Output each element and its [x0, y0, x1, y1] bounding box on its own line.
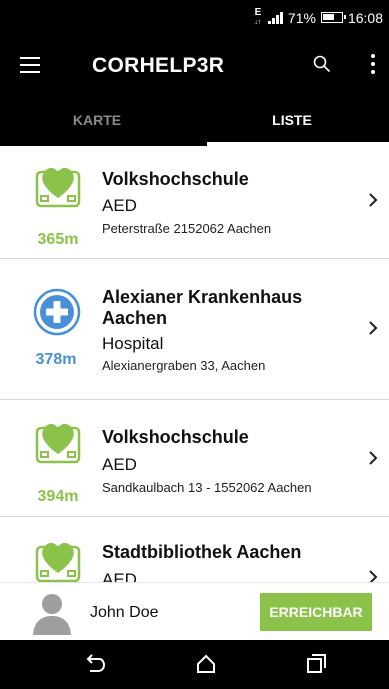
app-bar: CORHELP3R [0, 34, 389, 100]
location-name: Volkshochschule [102, 427, 249, 447]
chevron-right-icon [369, 193, 378, 207]
list-item[interactable]: 394m Volkshochschule AED Sandkaulbach 13… [0, 400, 389, 516]
app-title: CORHELP3R [92, 54, 225, 77]
tab-liste[interactable]: LISTE [195, 100, 389, 146]
back-icon[interactable] [83, 652, 107, 676]
network-type-indicator: E ↓↑ [254, 7, 262, 27]
aed-heart-icon [35, 423, 81, 464]
signal-icon [267, 11, 283, 24]
location-type: AED [102, 455, 137, 474]
hamburger-menu-icon[interactable] [20, 57, 40, 73]
location-address: Peterstraße 2152062 Aachen [102, 221, 272, 236]
chevron-right-icon [369, 321, 378, 335]
aed-heart-icon [35, 542, 81, 582]
location-address: Sandkaulbach 13 - 1552062 Aachen [102, 480, 312, 495]
search-icon[interactable] [313, 55, 331, 73]
location-name: Alexianer Krankenhaus Aachen [102, 287, 303, 328]
user-status-bar: John Doe ERREICHBAR [0, 582, 389, 640]
distance-label: 365m [37, 231, 79, 248]
hospital-cross-icon [33, 288, 81, 336]
status-bar: E ↓↑ 71% 16:08 [0, 0, 389, 34]
location-type: AED [102, 196, 137, 215]
location-list[interactable]: 365m Volkshochschule AED Peterstraße 215… [0, 146, 389, 582]
avatar-icon [33, 594, 71, 635]
tab-karte[interactable]: KARTE [0, 100, 194, 146]
list-item[interactable]: Stadtbibliothek Aachen AED [0, 517, 389, 582]
status-icons: E ↓↑ 71% 16:08 [253, 8, 383, 27]
aed-heart-icon [35, 167, 81, 208]
tab-bar: KARTE LISTE [0, 100, 389, 146]
recent-apps-icon[interactable] [304, 652, 328, 676]
availability-button[interactable]: ERREICHBAR [260, 593, 372, 631]
system-nav-bar [0, 640, 389, 689]
user-name: John Doe [90, 604, 159, 621]
distance-label: 378m [35, 351, 77, 368]
location-address: Alexianergraben 33, Aachen [102, 358, 266, 373]
location-name: Volkshochschule [102, 169, 249, 189]
clock: 16:08 [347, 9, 383, 26]
list-item[interactable]: 365m Volkshochschule AED Peterstraße 215… [0, 146, 389, 258]
location-type: Hospital [102, 334, 164, 353]
location-type: AED [102, 570, 137, 582]
chevron-right-icon [369, 451, 378, 465]
distance-label: 394m [37, 488, 79, 505]
chevron-right-icon [369, 570, 378, 582]
location-name: Stadtbibliothek Aachen [102, 542, 302, 562]
list-item[interactable]: 378m Alexianer Krankenhaus Aachen Hospit… [0, 259, 389, 399]
battery-icon [320, 12, 346, 23]
home-icon[interactable] [194, 652, 218, 676]
overflow-menu-icon[interactable] [370, 54, 376, 74]
battery-percent: 71% [287, 9, 316, 26]
